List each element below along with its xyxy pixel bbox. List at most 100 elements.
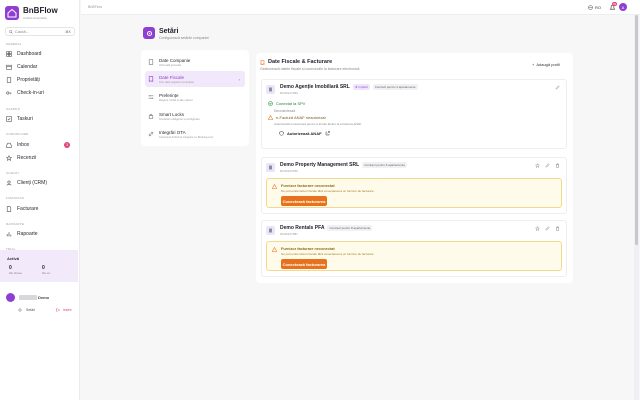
trial-days-ext: 0 <box>42 265 45 271</box>
menu-item-preferences[interactable]: Preferințe Regiuni, limbă și alte opțiuni <box>145 89 245 105</box>
search-shortcut: ⌘K <box>65 29 71 34</box>
menu-item-fiscal[interactable]: Date Fiscale CUI, date registrul comerțul… <box>145 71 245 87</box>
link-icon <box>148 131 154 137</box>
disconnect-link[interactable]: Deconectează <box>274 109 295 113</box>
language-switcher[interactable]: RO <box>588 5 601 10</box>
receipt-icon <box>148 76 154 82</box>
billing-warning: Furnizor facturare neconectat Nu poți em… <box>266 241 562 271</box>
sidebar-item-inbox[interactable]: Inbox 3 <box>4 140 76 150</box>
contract-badge: Contract pentru 8 apartamente <box>327 225 373 231</box>
authorize-anaf-label: Autorizează ANAF <box>287 131 322 136</box>
sidebar-item-reviews[interactable]: Recenzii <box>4 153 76 163</box>
trial-card: Activă 0 0 Zile rămase Zile ext. <box>0 250 78 282</box>
user-name-text: Demo <box>38 294 50 300</box>
sidebar-item-crm[interactable]: Clienți (CRM) <box>4 178 76 188</box>
company-cui: RO40127090 <box>280 91 298 95</box>
building-icon <box>6 77 12 83</box>
sidebar-item-label: Rapoarte <box>17 231 38 237</box>
edit-icon[interactable] <box>555 85 560 90</box>
sidebar: BnBFlow Unified Hospitality Caută... ⌘K … <box>0 0 80 400</box>
company-icon <box>266 85 275 94</box>
sidebar-item-calendar[interactable]: Calendar <box>4 62 76 72</box>
anaf-description: Autorizează conexiunea pentru a trimite … <box>274 122 362 126</box>
sidebar-item-reports[interactable]: Rapoarte <box>4 229 76 239</box>
calendar-icon <box>6 64 12 70</box>
user-profile[interactable]: xxxxxxxxxDemo <box>6 292 76 302</box>
sidebar-item-label: Clienți (CRM) <box>17 180 47 186</box>
scrollbar-thumb[interactable] <box>635 15 638 245</box>
menu-item-title: Preferințe <box>159 93 179 98</box>
lock-icon <box>148 113 154 119</box>
trial-days-ext-label: Zile ext. <box>42 272 51 275</box>
authorize-anaf-button[interactable]: Autorizează ANAF <box>279 131 330 136</box>
add-profile-button[interactable]: + Adaugă profil <box>532 62 560 67</box>
sidebar-item-label: Proprietăți <box>17 77 40 83</box>
menu-item-ota[interactable]: Integrări OTA Conexiuni Airbnb și integra… <box>145 126 245 142</box>
sidebar-item-dashboard[interactable]: Dashboard <box>4 49 76 59</box>
avatar <box>6 292 15 302</box>
company-header: Demo Agenție Imobiliară SRL ★ Implicit C… <box>266 84 418 95</box>
key-icon <box>6 90 12 96</box>
billing-warning: Furnizor facturare neconectat Nu poți em… <box>266 178 562 208</box>
notification-badge: 99 <box>612 2 617 6</box>
menu-item-company[interactable]: Date Companie Informații generale <box>145 54 245 70</box>
section-oaspeti: OASPEȚI <box>6 107 21 111</box>
company-actions <box>555 85 560 90</box>
logout-link-label: Ieșire <box>63 308 72 312</box>
edit-icon[interactable] <box>545 163 550 168</box>
contract-badge: Contract pentru 4 apartamente <box>372 84 418 90</box>
settings-page-icon <box>143 27 155 39</box>
section-title-text: Date Fiscale & Facturare <box>268 59 333 65</box>
connect-billing-button[interactable]: Conectează facturarea <box>281 259 327 269</box>
warning-icon <box>272 247 277 252</box>
menu-item-smartlocks[interactable]: Smart Locks Încuietori inteligente și con… <box>145 108 245 124</box>
inbox-icon <box>6 142 12 148</box>
section-subtitle: Gestionează datele fiscale și conexiunil… <box>260 67 360 71</box>
sidebar-item-billing[interactable]: Facturare <box>4 204 76 214</box>
chevron-right-icon: › <box>238 77 240 82</box>
menu-item-title: Date Companie <box>159 58 191 63</box>
star-icon[interactable] <box>535 163 540 168</box>
sidebar-item-label: Calendar <box>17 64 38 70</box>
default-badge: ★ Implicit <box>352 84 370 90</box>
page-scrollbar[interactable] <box>634 15 639 400</box>
sidebar-item-properties[interactable]: Proprietăți <box>4 75 76 85</box>
trash-icon[interactable] <box>555 226 560 231</box>
brand-tagline: Unified Hospitality <box>23 16 48 20</box>
trash-icon[interactable] <box>555 163 560 168</box>
building-icon <box>269 228 272 233</box>
user-name-redacted: xxxxxxxxx <box>19 294 37 300</box>
check-circle-icon <box>268 101 273 106</box>
company-icon <box>266 163 275 172</box>
external-link-icon <box>325 131 330 136</box>
sidebar-item-label: Facturare <box>17 206 39 212</box>
star-icon <box>6 155 12 161</box>
star-icon[interactable] <box>535 226 540 231</box>
sidebar-item-checkins[interactable]: Check-in-uri <box>4 88 76 98</box>
warning-title: Furnizor facturare neconectat <box>281 184 335 188</box>
add-profile-label: Adaugă profil <box>536 62 560 67</box>
gear-icon <box>146 30 152 36</box>
section-financiar: FINANCIAR <box>6 196 24 200</box>
logout-link[interactable]: Ieșire <box>56 308 72 312</box>
language-code: RO <box>595 5 601 10</box>
company-name: Demo Rentals PFA <box>280 225 325 231</box>
connect-billing-button[interactable]: Conectează facturarea <box>281 196 327 206</box>
company-name-row: Demo Rentals PFA Contract pentru 8 apart… <box>280 225 373 231</box>
edit-icon[interactable] <box>545 226 550 231</box>
brand-logo[interactable] <box>5 6 19 20</box>
company-actions <box>535 226 560 231</box>
search-input[interactable]: Caută... ⌘K <box>5 27 75 36</box>
company-card: Demo Rentals PFA Contract pentru 8 apart… <box>261 220 567 277</box>
building-icon <box>269 87 272 92</box>
sidebar-item-tasks[interactable]: Taskuri <box>4 114 76 124</box>
company-header: Demo Rentals PFA Contract pentru 8 apart… <box>266 225 373 236</box>
settings-link-label: Setări <box>26 308 36 312</box>
warning-icon <box>268 115 273 120</box>
house-icon <box>7 8 17 18</box>
user-avatar[interactable]: A <box>619 3 627 11</box>
company-card: Demo Property Management SRL Contract pe… <box>261 157 567 214</box>
page-title: Setări <box>159 28 179 35</box>
settings-link[interactable]: Setări <box>18 308 35 312</box>
warning-icon <box>272 184 277 189</box>
